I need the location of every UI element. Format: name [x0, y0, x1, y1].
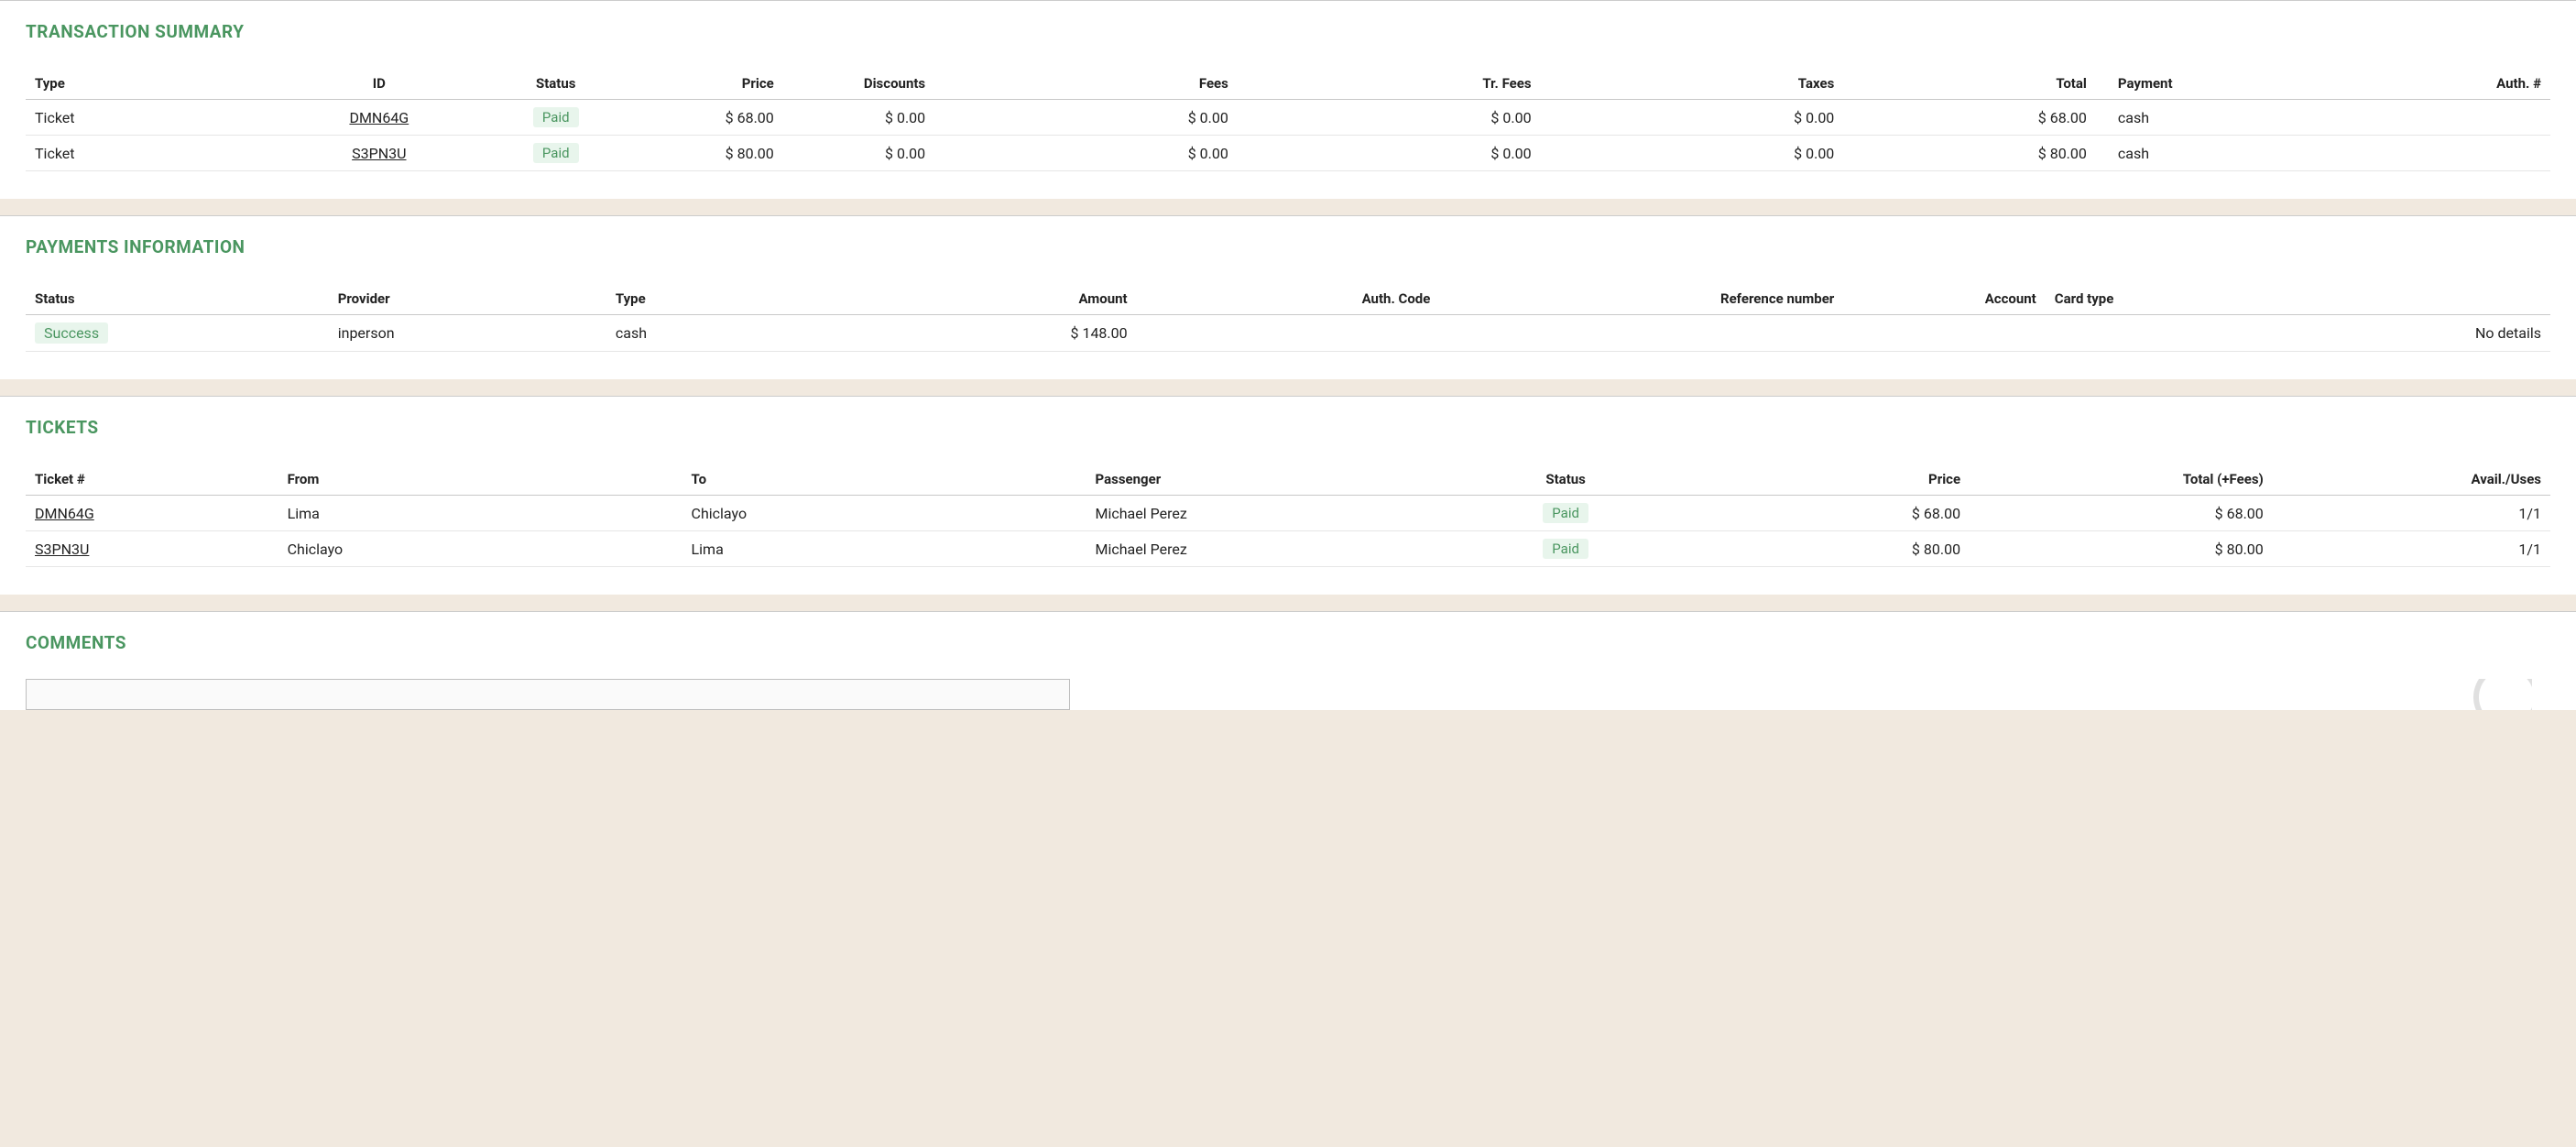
col-fees: Fees — [934, 68, 1238, 100]
col-account: Account — [1843, 283, 2045, 315]
col-auth-code: Auth. Code — [1137, 283, 1440, 315]
cell-auth-no — [2298, 100, 2550, 136]
cell-auth-no — [2298, 136, 2550, 171]
col-ticket-no: Ticket # — [26, 464, 278, 496]
tickets-title: Tickets — [26, 417, 2550, 438]
col-type: Type — [606, 283, 910, 315]
cell-provider: inperson — [329, 315, 606, 352]
cell-total-fees: $ 80.00 — [1970, 531, 2273, 567]
cell-from: Lima — [278, 496, 682, 531]
col-provider: Provider — [329, 283, 606, 315]
col-taxes: Taxes — [1541, 68, 1844, 100]
cell-passenger: Michael Perez — [1086, 496, 1465, 531]
payments-information-title: Payments Information — [26, 236, 2550, 257]
col-passenger: Passenger — [1086, 464, 1465, 496]
transaction-summary-panel: Transaction Summary Type ID Status Price… — [0, 0, 2576, 199]
cell-taxes: $ 0.00 — [1541, 136, 1844, 171]
cell-details: No details — [2247, 315, 2550, 352]
col-details — [2247, 283, 2550, 315]
transaction-summary-title: Transaction Summary — [26, 21, 2550, 42]
cell-payment: cash — [2096, 100, 2298, 136]
cell-to: Chiclayo — [682, 496, 1086, 531]
cell-tr-fees: $ 0.00 — [1238, 136, 1541, 171]
transaction-summary-table: Type ID Status Price Discounts Fees Tr. … — [26, 68, 2550, 171]
cell-amount: $ 148.00 — [910, 315, 1137, 352]
col-tr-fees: Tr. Fees — [1238, 68, 1541, 100]
status-badge: Paid — [1543, 503, 1588, 523]
col-id: ID — [278, 68, 480, 100]
tickets-panel: Tickets Ticket # From To Passenger Statu… — [0, 396, 2576, 595]
loading-spinner-icon — [2473, 679, 2532, 710]
col-total: Total — [1843, 68, 2096, 100]
ticket-number-link[interactable]: DMN64G — [35, 505, 94, 522]
col-avail-uses: Avail./Uses — [2273, 464, 2550, 496]
comments-title: Comments — [26, 632, 2550, 653]
cell-total: $ 68.00 — [1843, 100, 2096, 136]
payment-status-badge: Success — [35, 322, 108, 344]
payments-table: Status Provider Type Amount Auth. Code R… — [26, 283, 2550, 352]
col-payment: Payment — [2096, 68, 2298, 100]
cell-price: $ 68.00 — [1666, 496, 1970, 531]
tickets-table: Ticket # From To Passenger Status Price … — [26, 464, 2550, 567]
cell-fees: $ 0.00 — [934, 100, 1238, 136]
col-discounts: Discounts — [783, 68, 934, 100]
ticket-row: S3PN3U Chiclayo Lima Michael Perez Paid … — [26, 531, 2550, 567]
col-price: Price — [1666, 464, 1970, 496]
cell-account — [1843, 315, 2045, 352]
cell-type: Ticket — [26, 136, 278, 171]
cell-total-fees: $ 68.00 — [1970, 496, 2273, 531]
transaction-row: Ticket S3PN3U Paid $ 80.00 $ 0.00 $ 0.00… — [26, 136, 2550, 171]
col-from: From — [278, 464, 682, 496]
cell-from: Chiclayo — [278, 531, 682, 567]
status-badge: Paid — [533, 143, 579, 163]
col-type: Type — [26, 68, 278, 100]
cell-payment: cash — [2096, 136, 2298, 171]
cell-discounts: $ 0.00 — [783, 100, 934, 136]
ticket-row: DMN64G Lima Chiclayo Michael Perez Paid … — [26, 496, 2550, 531]
cell-card-type — [2046, 315, 2247, 352]
comments-panel: Comments — [0, 611, 2576, 710]
col-total-fees: Total (+Fees) — [1970, 464, 2273, 496]
cell-price: $ 80.00 — [1666, 531, 1970, 567]
status-badge: Paid — [533, 107, 579, 127]
cell-to: Lima — [682, 531, 1086, 567]
cell-avail-uses: 1/1 — [2273, 531, 2550, 567]
comment-input[interactable] — [26, 679, 1070, 710]
cell-reference — [1439, 315, 1843, 352]
cell-taxes: $ 0.00 — [1541, 100, 1844, 136]
col-price: Price — [631, 68, 782, 100]
cell-tr-fees: $ 0.00 — [1238, 100, 1541, 136]
cell-discounts: $ 0.00 — [783, 136, 934, 171]
col-status: Status — [480, 68, 631, 100]
ticket-number-link[interactable]: S3PN3U — [35, 541, 89, 558]
payments-information-panel: Payments Information Status Provider Typ… — [0, 215, 2576, 379]
cell-total: $ 80.00 — [1843, 136, 2096, 171]
transaction-row: Ticket DMN64G Paid $ 68.00 $ 0.00 $ 0.00… — [26, 100, 2550, 136]
cell-type: Ticket — [26, 100, 278, 136]
cell-auth-code — [1137, 315, 1440, 352]
col-reference: Reference number — [1439, 283, 1843, 315]
col-amount: Amount — [910, 283, 1137, 315]
cell-fees: $ 0.00 — [934, 136, 1238, 171]
cell-type: cash — [606, 315, 910, 352]
cell-avail-uses: 1/1 — [2273, 496, 2550, 531]
transaction-id-link[interactable]: S3PN3U — [352, 145, 406, 162]
cell-price: $ 68.00 — [631, 100, 782, 136]
cell-price: $ 80.00 — [631, 136, 782, 171]
col-auth-no: Auth. # — [2298, 68, 2550, 100]
status-badge: Paid — [1543, 539, 1588, 559]
col-card-type: Card type — [2046, 283, 2247, 315]
payment-row: Success inperson cash $ 148.00 No detail… — [26, 315, 2550, 352]
transaction-id-link[interactable]: DMN64G — [349, 109, 409, 126]
col-to: To — [682, 464, 1086, 496]
col-status: Status — [26, 283, 329, 315]
col-status: Status — [1465, 464, 1666, 496]
cell-passenger: Michael Perez — [1086, 531, 1465, 567]
